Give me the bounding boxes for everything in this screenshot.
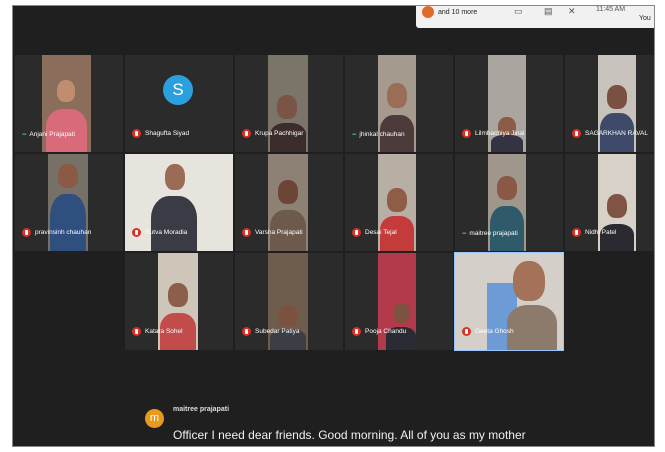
participant-tile[interactable]: ▪▪▪ Anjani Prajapati [15,55,123,152]
chat-icon[interactable]: ▤ [544,6,553,17]
mic-muted-icon [352,327,361,336]
participant-tile[interactable]: pravinsinh chauhan [15,154,123,251]
participant-label: ▪▪▪ jhinkal chauhan [352,131,405,138]
participant-label: Shagufta Siyad [132,129,189,138]
participant-tile[interactable]: Lilmbachiya Jinal [455,55,563,152]
participant-tile[interactable]: Subedar Patiya [235,253,343,350]
mic-active-icon: ▪▪▪ [462,230,467,237]
mic-muted-icon [132,129,141,138]
mic-muted-icon [572,129,581,138]
participant-label: Desai Tejal [352,228,397,237]
self-label: You [639,15,651,22]
mic-active-icon: ▪▪▪ [352,131,357,138]
participant-label: Lilmbachiya Jinal [462,129,525,138]
participant-tile[interactable]: Nidhi Patel [565,154,654,251]
participant-label: Subedar Patiya [242,327,299,336]
close-icon[interactable]: ✕ [568,6,576,17]
mic-muted-icon [132,327,141,336]
clock: 11:45 AM [596,6,626,13]
participant-label: Varsha Prajapati [242,228,303,237]
participants-bar: and 10 more ▭ ▤ ✕ 11:45 AM You [416,6,654,28]
participant-tile[interactable]: Katara Sohel [125,253,233,350]
participant-label: Rutva Moradia [132,228,187,237]
more-participants-text[interactable]: and 10 more [438,9,477,16]
participant-label: SAGARKHAN RAVAL [572,129,648,138]
participant-tile[interactable]: Rutva Moradia [125,154,233,251]
mic-muted-icon [462,129,471,138]
participant-tile[interactable]: ▪▪▪ jhinkal chauhan [345,55,453,152]
participant-avatar[interactable] [422,6,434,18]
participant-tile[interactable]: Varsha Prajapati [235,154,343,251]
mic-muted-icon [352,228,361,237]
participant-label: Geeta Ghosh [462,327,514,336]
mic-muted-icon [242,327,251,336]
mic-muted-icon [462,327,471,336]
participant-tile[interactable]: ▪▪▪ maitree prajapati [455,154,563,251]
mic-muted-icon [572,228,581,237]
participant-label: ▪▪▪ Anjani Prajapati [22,131,75,138]
participant-tile[interactable]: SAGARKHAN RAVAL [565,55,654,152]
participant-tile[interactable]: S Shagufta Siyad [125,55,233,152]
avatar: S [163,75,193,105]
mic-muted-icon [22,228,31,237]
mic-muted-icon [132,228,141,237]
participant-tile[interactable]: Pooja Chandu [345,253,453,350]
caption-text: Officer I need dear friends. Good mornin… [173,428,526,442]
participant-tile[interactable]: Desai Tejal [345,154,453,251]
participant-label: Krupa Pachhigar [242,129,303,138]
mic-muted-icon [242,228,251,237]
participant-tile[interactable]: Krupa Pachhigar [235,55,343,152]
meeting-window: and 10 more ▭ ▤ ✕ 11:45 AM You ▪▪▪ Anjani… [12,5,655,447]
caption-speaker-name: maitree prajapati [173,406,230,413]
mic-active-icon: ▪▪▪ [22,131,27,138]
participant-label: Nidhi Patel [572,228,616,237]
mic-muted-icon [242,129,251,138]
participant-label: Pooja Chandu [352,327,406,336]
participant-label: pravinsinh chauhan [22,228,91,237]
participant-label: Katara Sohel [132,327,183,336]
participant-label: ▪▪▪ maitree prajapati [462,230,518,237]
caption-speaker-avatar: m [145,409,164,428]
window-icon[interactable]: ▭ [514,6,523,17]
participant-tile-active-speaker[interactable]: Geeta Ghosh [454,252,564,351]
